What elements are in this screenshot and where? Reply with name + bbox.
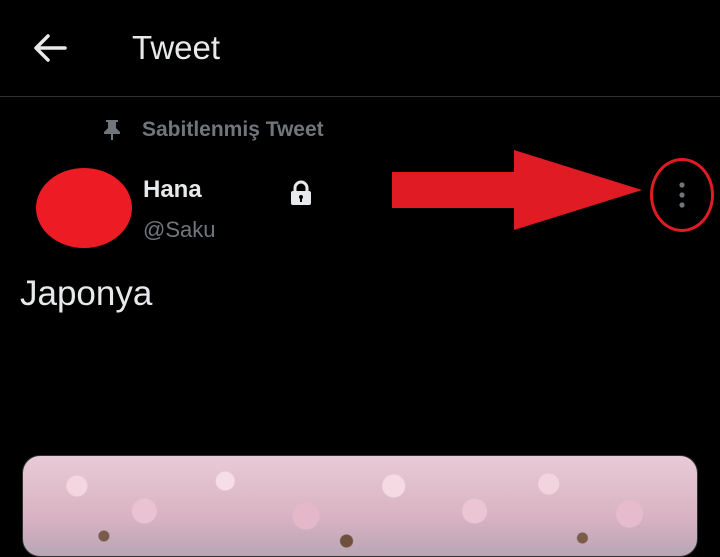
annotation-arrow xyxy=(392,150,642,230)
back-button[interactable] xyxy=(28,26,72,70)
tweet-text: Japonya xyxy=(20,274,153,313)
more-options-button[interactable] xyxy=(650,160,714,230)
page-title: Tweet xyxy=(132,29,221,66)
arrow-left-icon xyxy=(34,34,67,62)
avatar[interactable] xyxy=(36,168,132,248)
more-vertical-icon xyxy=(679,182,685,208)
pinned-indicator: Sabitlenmiş Tweet xyxy=(100,114,324,146)
author-name[interactable]: Hana xyxy=(143,176,202,204)
author-handle: @Saku xyxy=(143,217,216,242)
tweet-media-image[interactable] xyxy=(22,455,698,557)
lock-icon xyxy=(291,180,311,205)
pinned-label: Sabitlenmiş Tweet xyxy=(142,118,324,141)
pin-icon xyxy=(100,118,124,142)
top-bar: Tweet xyxy=(0,0,720,97)
